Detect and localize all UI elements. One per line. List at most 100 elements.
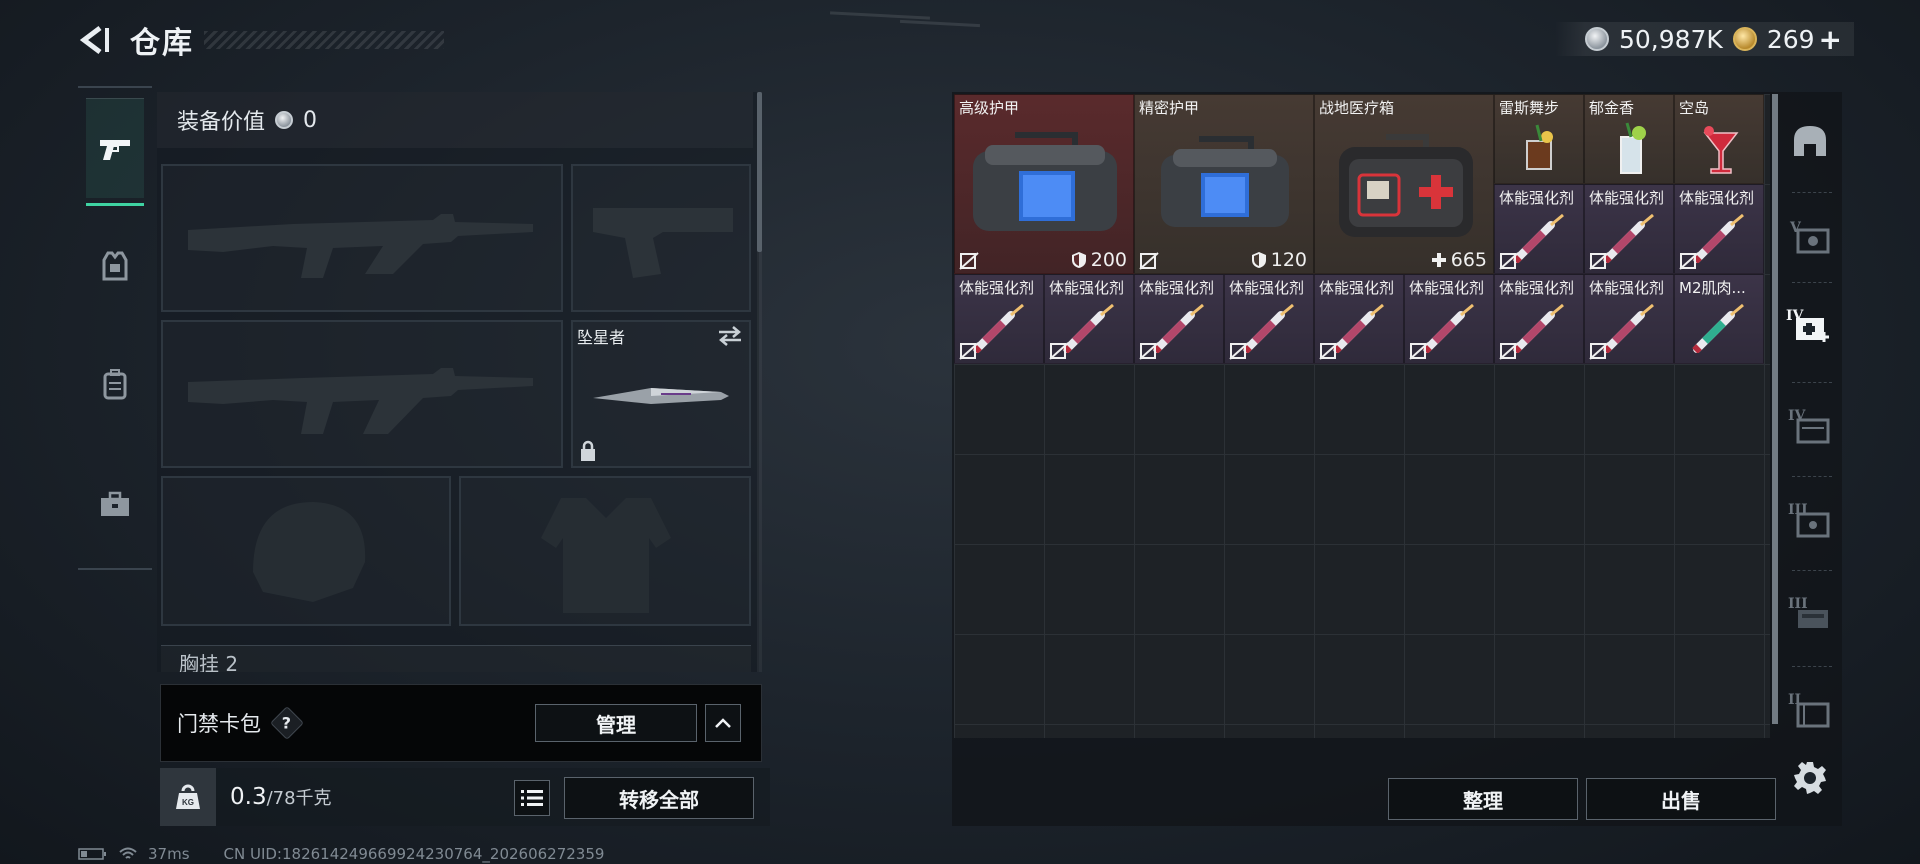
transfer-all-button[interactable]: 转移全部	[564, 777, 754, 819]
gold-amount: 269	[1766, 24, 1815, 54]
vault-iv-medkit-icon: IV	[1786, 308, 1829, 342]
item-stim[interactable]: 体能强化剂	[1494, 274, 1584, 364]
helmet-slot[interactable]	[161, 476, 451, 626]
item-stim[interactable]: M2肌肉...	[1674, 274, 1764, 364]
help-button[interactable]: ?	[270, 706, 304, 740]
storage-tab-iii[interactable]: III	[1782, 480, 1838, 560]
ping-value: 37ms	[148, 845, 190, 863]
inventory-grid[interactable]: 高级护甲 200 精密护甲 120 战地医疗箱 665 雷斯舞步 郁金香 空岛 …	[954, 94, 1770, 738]
storage-tab-v[interactable]: V	[1782, 196, 1838, 276]
sort-button[interactable]: 整理	[1388, 778, 1578, 820]
item-name: 郁金香	[1589, 99, 1635, 117]
add-currency-button[interactable]: +	[1819, 23, 1842, 56]
nav-separator	[1792, 666, 1832, 667]
item-name: 体能强化剂	[1499, 189, 1575, 207]
page-title: 仓库	[130, 26, 194, 61]
sidearm-slot[interactable]	[571, 164, 751, 312]
equipment-value-row: 装备价值 0	[157, 92, 753, 148]
melee-slot[interactable]: 坠星者	[571, 320, 751, 468]
item-stim[interactable]: 体能强化剂	[1224, 274, 1314, 364]
item-name: 战地医疗箱	[1319, 99, 1395, 117]
vault-ii-icon: II	[1788, 692, 1830, 728]
storage-tab-iv-medkit[interactable]: IV	[1782, 286, 1838, 366]
item-advanced-armor[interactable]: 高级护甲 200	[954, 94, 1134, 274]
no-insure-icon	[1499, 252, 1519, 270]
item-name: 体能强化剂	[1589, 279, 1665, 297]
secondary-weapon-slot[interactable]	[161, 320, 563, 468]
vault-iii-b-icon: III	[1788, 596, 1828, 628]
item-durability-value: 200	[1090, 249, 1127, 271]
no-insure-icon	[1589, 252, 1609, 270]
sell-button[interactable]: 出售	[1586, 778, 1776, 820]
tab-armor[interactable]	[86, 216, 144, 316]
manage-label: 管理	[596, 712, 636, 737]
keycard-case-label: 门禁卡包	[177, 712, 261, 736]
swap-icon[interactable]	[717, 326, 743, 346]
settings-gear-icon	[1794, 762, 1826, 794]
primary-weapon-slot[interactable]	[161, 164, 563, 312]
item-stim[interactable]: 体能强化剂	[954, 274, 1044, 364]
item-field-medkit[interactable]: 战地医疗箱 665	[1314, 94, 1494, 274]
item-heal-amount: 665	[1431, 249, 1487, 271]
item-stim[interactable]: 体能强化剂	[1584, 274, 1674, 364]
body-armor-slot[interactable]	[459, 476, 751, 626]
storage-nav: V IV IV III III II	[1782, 96, 1840, 816]
silver-coin-icon	[1584, 27, 1609, 51]
equipment-panel: 装备价值 0 坠星者 胸挂 2	[157, 92, 762, 672]
no-insure-icon	[1229, 342, 1249, 360]
list-view-button[interactable]	[514, 780, 550, 816]
lock-icon	[581, 440, 595, 461]
battery-icon	[78, 848, 106, 860]
settings-button[interactable]	[1782, 738, 1838, 818]
item-name: 体能强化剂	[1589, 189, 1665, 207]
tab-toolbox[interactable]	[86, 454, 144, 554]
back-button[interactable]	[78, 23, 112, 57]
sell-label: 出售	[1661, 788, 1701, 813]
nav-separator	[1792, 282, 1832, 283]
vault-v-icon: V	[1789, 220, 1830, 254]
item-stim[interactable]: 体能强化剂	[1134, 274, 1224, 364]
cocktail-glass-icon	[1526, 124, 1553, 170]
no-insure-icon	[1319, 342, 1339, 360]
syringe-icon	[1062, 303, 1114, 353]
syringe-icon	[1512, 213, 1564, 263]
item-name: 空岛	[1679, 99, 1710, 117]
storage-tab-iii-b[interactable]: III	[1782, 574, 1838, 654]
item-stim[interactable]: 体能强化剂	[1404, 274, 1494, 364]
kettlebell-kg-icon: KG	[176, 784, 200, 809]
item-stim[interactable]: 体能强化剂	[1584, 184, 1674, 274]
item-precision-armor[interactable]: 精密护甲 120	[1134, 94, 1314, 274]
item-drink-3[interactable]: 空岛	[1674, 94, 1764, 184]
no-insure-icon	[1139, 342, 1159, 360]
item-stim[interactable]: 体能强化剂	[1674, 184, 1764, 274]
gold-coin-icon	[1732, 27, 1757, 51]
armor-bag-icon	[973, 132, 1117, 231]
wifi-icon	[119, 847, 137, 859]
item-stim[interactable]: 体能强化剂	[1314, 274, 1404, 364]
item-stim[interactable]: 体能强化剂	[1494, 184, 1584, 274]
inventory-scrollbar[interactable]	[1772, 94, 1778, 724]
rifle-silhouette-icon	[188, 368, 533, 434]
collapse-button[interactable]	[705, 704, 741, 742]
tab-backpack[interactable]	[86, 334, 144, 434]
chest-rig-row[interactable]: 胸挂 2	[161, 645, 751, 672]
item-name: 体能强化剂	[1679, 189, 1755, 207]
toolbox-icon	[101, 491, 129, 516]
tab-weapons[interactable]	[86, 98, 144, 206]
item-drink-1[interactable]: 雷斯舞步	[1494, 94, 1584, 184]
vest-silhouette-icon	[541, 498, 671, 613]
transfer-all-label: 转移全部	[619, 787, 699, 812]
uid-text: CN UID:18261424966992423076​4_2026062723…	[223, 845, 605, 863]
storage-tab-iv[interactable]: IV	[1782, 386, 1838, 466]
equipment-scrollbar[interactable]	[757, 92, 762, 252]
equipment-value-label: 装备价值	[177, 110, 266, 135]
item-drink-2[interactable]: 郁金香	[1584, 94, 1674, 184]
item-stim[interactable]: 体能强化剂	[1044, 274, 1134, 364]
weight-icon-box: KG	[160, 768, 216, 826]
manage-button[interactable]: 管理	[535, 704, 697, 742]
keycard-case-bar: 门禁卡包 ? 管理	[160, 684, 762, 762]
syringe-icon	[1602, 213, 1654, 263]
nav-separator	[1792, 476, 1832, 477]
status-bar: 37ms CN UID:18261424966992423076​4_20260…	[78, 845, 604, 863]
storage-tab-equipment[interactable]	[1782, 102, 1838, 182]
